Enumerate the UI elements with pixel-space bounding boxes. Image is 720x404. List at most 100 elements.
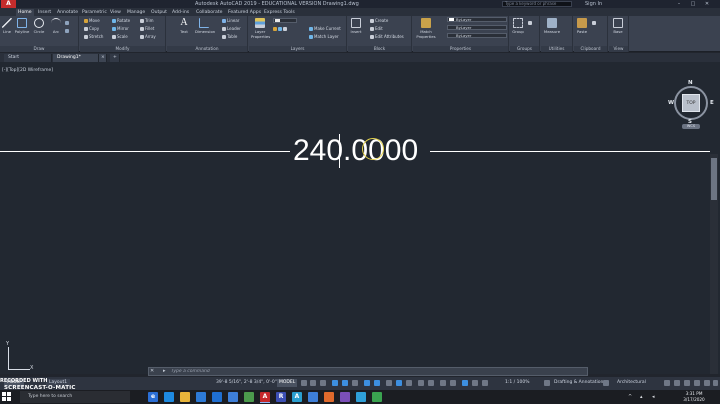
snap-icon[interactable] <box>310 380 316 386</box>
groups-panel-label[interactable]: Groups <box>510 46 539 52</box>
gizmo-icon[interactable] <box>450 380 456 386</box>
viewcube-top-face[interactable]: TOP <box>682 94 700 112</box>
onenote-icon[interactable] <box>340 392 350 402</box>
tab-insert[interactable]: Insert <box>36 9 53 16</box>
compass-north[interactable]: N <box>688 80 693 86</box>
coordinates-readout[interactable]: 39'-8 5/16", 2'-8 3/4", 0'-0" <box>216 379 277 387</box>
powerpoint-icon[interactable] <box>324 392 334 402</box>
task-view-icon[interactable] <box>164 392 174 402</box>
fillet-tool[interactable]: Fillet <box>140 26 154 32</box>
tab-manage[interactable]: Manage <box>125 9 147 16</box>
edit-attributes-tool[interactable]: Edit Attributes <box>370 34 404 40</box>
compass-east[interactable]: E <box>710 100 714 106</box>
rotate-tool[interactable]: Rotate <box>112 18 130 24</box>
selection-filter-icon[interactable] <box>440 380 446 386</box>
taskbar-clock[interactable]: 3:31 PM 3/17/2020 <box>676 391 712 403</box>
network-icon[interactable]: ▴ <box>640 394 643 400</box>
match-layer-tool[interactable]: Match Layer <box>309 34 339 40</box>
annotation-scale-value[interactable]: 1:1 / 100% <box>505 379 529 387</box>
groups-extra[interactable] <box>528 20 533 26</box>
graphics-performance-icon[interactable] <box>694 380 700 386</box>
leader-dropdown[interactable]: Leader <box>222 26 241 32</box>
copy-tool[interactable]: Copy <box>84 26 99 32</box>
auto-scale-icon[interactable] <box>472 380 478 386</box>
workspace-switch[interactable]: Drafting & Annotation <box>554 379 603 387</box>
windows-start-icon[interactable] <box>2 392 12 402</box>
model-space-button[interactable]: MODEL <box>277 379 298 387</box>
draw-extra-2[interactable] <box>65 28 70 34</box>
polyline-tool[interactable]: Polyline <box>14 18 30 34</box>
annotation-scale-icon[interactable] <box>482 380 488 386</box>
revit-icon[interactable]: R <box>276 392 286 402</box>
table-tool[interactable]: Table <box>222 34 237 40</box>
view-panel-label[interactable]: View <box>609 46 628 52</box>
make-current-tool[interactable]: Make Current <box>309 26 341 32</box>
wcs-menu[interactable]: WCS <box>682 124 700 129</box>
circle-tool[interactable]: Circle <box>33 18 45 34</box>
array-tool[interactable]: Array <box>140 34 156 40</box>
tab-annotate[interactable]: Annotate <box>55 9 80 16</box>
annotation-monitor-icon[interactable] <box>603 380 609 386</box>
lock-ui-icon[interactable] <box>674 380 680 386</box>
tab-parametric[interactable]: Parametric <box>80 9 109 16</box>
navigation-bar[interactable] <box>710 154 718 374</box>
autocad-icon[interactable]: A <box>260 392 270 402</box>
help-search-input[interactable]: Type a keyword or phrase <box>502 1 572 7</box>
tab-express-tools[interactable]: Express Tools <box>262 9 297 16</box>
customization-icon[interactable] <box>713 380 718 386</box>
viewcube[interactable]: TOP N S E W WCS <box>668 80 714 129</box>
match-properties-tool[interactable]: Match Properties <box>415 18 437 39</box>
autodesk-app-icon[interactable]: A <box>292 392 302 402</box>
lineweight-icon[interactable] <box>386 380 392 386</box>
skype-icon[interactable] <box>356 392 366 402</box>
isometric-icon[interactable] <box>352 380 358 386</box>
close-button[interactable]: ✕ <box>700 0 714 8</box>
move-tool[interactable]: Move <box>84 18 100 24</box>
annotation-visibility-icon[interactable] <box>462 380 468 386</box>
tray-chevron-icon[interactable]: ^ <box>628 394 632 400</box>
scale-tool[interactable]: Scale <box>112 34 128 40</box>
taskbar-search-input[interactable]: Type here to search <box>20 391 130 403</box>
mail-icon[interactable] <box>212 392 222 402</box>
sign-in-button[interactable]: Sign In <box>585 0 602 8</box>
layer-properties-tool[interactable]: Layer Properties <box>251 18 270 39</box>
layer-dropdown[interactable] <box>273 18 297 23</box>
command-prompt-icon[interactable]: ▸ <box>163 368 166 375</box>
tab-output[interactable]: Output <box>149 9 169 16</box>
object-snap-tracking-icon[interactable] <box>364 380 370 386</box>
drawing-canvas[interactable]: [-][Top][2D Wireframe] 240.0000 TOP N S … <box>0 62 720 374</box>
ortho-icon[interactable] <box>332 380 338 386</box>
utilities-panel-label[interactable]: Utilities <box>541 46 572 52</box>
grid-icon[interactable] <box>301 380 307 386</box>
create-block-tool[interactable]: Create <box>370 18 388 24</box>
object-snap-icon[interactable] <box>374 380 380 386</box>
compass-west[interactable]: W <box>668 100 674 106</box>
block-panel-label[interactable]: Block <box>348 46 411 52</box>
word-icon[interactable] <box>228 392 238 402</box>
tab-home[interactable]: Home <box>16 9 34 16</box>
line-tool[interactable]: Line <box>1 18 13 34</box>
file-tab-drawing1[interactable]: Drawing1* <box>53 54 99 62</box>
autocad-logo-icon[interactable]: A <box>1 0 16 8</box>
revit-secondary-icon[interactable] <box>308 392 318 402</box>
isolate-objects-icon[interactable] <box>684 380 690 386</box>
maximize-button[interactable]: □ <box>686 0 700 8</box>
linear-dimension-dropdown[interactable]: Linear <box>222 18 239 24</box>
mirror-tool[interactable]: Mirror <box>112 26 129 32</box>
minimize-button[interactable]: – <box>672 0 686 8</box>
chrome-icon[interactable] <box>372 392 382 402</box>
close-tab-icon[interactable]: × <box>99 54 107 62</box>
color-dropdown[interactable]: ByLayer <box>447 17 507 22</box>
insert-block-tool[interactable]: Insert <box>350 18 362 34</box>
stretch-tool[interactable]: Stretch <box>84 34 103 40</box>
properties-panel-label[interactable]: Properties <box>413 46 508 52</box>
tab-add-ins[interactable]: Add-ins <box>170 9 191 16</box>
3d-osnap-icon[interactable] <box>418 380 424 386</box>
dynamic-ucs-icon[interactable] <box>428 380 434 386</box>
edge-browser-icon[interactable]: e <box>148 392 158 402</box>
navigation-bar-handle[interactable] <box>711 158 717 200</box>
file-tab-start[interactable]: Start <box>4 54 52 62</box>
dimension-text[interactable]: 240.0000 <box>293 134 418 168</box>
units-selector[interactable]: Architectural <box>617 379 646 387</box>
tab-collaborate[interactable]: Collaborate <box>194 9 224 16</box>
